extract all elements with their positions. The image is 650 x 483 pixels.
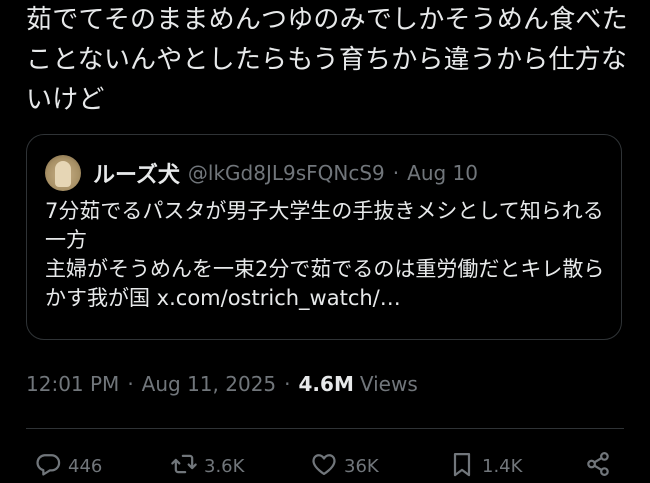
tweet-text: 茹でてそのままめんつゆのみでしかそうめん食べたことないんやとしたらもう育ちから違… (26, 5, 628, 115)
divider (26, 428, 624, 429)
quoted-author-name[interactable]: ルーズ犬 (93, 157, 180, 189)
heart-icon (310, 450, 338, 483)
avatar[interactable] (45, 155, 81, 191)
reply-icon (34, 450, 62, 483)
repost-button[interactable]: 3.6K (170, 450, 244, 482)
separator-dot: · (392, 161, 400, 185)
bookmark-count: 1.4K (482, 455, 523, 477)
separator-dot: · (284, 372, 291, 396)
bookmark-button[interactable]: 1.4K (448, 450, 522, 482)
repost-icon (170, 450, 198, 483)
quoted-tweet-date[interactable]: Aug 10 (407, 161, 478, 185)
quoted-author-handle[interactable]: @lkGd8JL9sFQNcS9 (188, 161, 385, 185)
separator-dot: · (127, 372, 134, 396)
share-icon (584, 450, 612, 483)
quoted-tweet-header: ルーズ犬 @lkGd8JL9sFQNcS9 · Aug 10 (45, 153, 478, 193)
like-button[interactable]: 36K (310, 450, 379, 482)
bookmark-icon (448, 450, 476, 483)
views-count[interactable]: 4.6M (299, 372, 354, 396)
views-label: Views (359, 372, 418, 396)
tweet-time[interactable]: 12:01 PM (26, 372, 119, 396)
quoted-tweet-text: 7分茹でるパスタが男子大学生の手抜きメシとして知られる一方 主婦がそうめんを一束… (45, 199, 605, 310)
quoted-tweet-card[interactable]: ルーズ犬 @lkGd8JL9sFQNcS9 · Aug 10 7分茹でるパスタが… (26, 134, 622, 340)
share-button[interactable] (584, 450, 612, 482)
like-count: 36K (344, 455, 379, 477)
tweet-meta: 12:01 PM · Aug 11, 2025 · 4.6M Views (26, 369, 418, 399)
reply-button[interactable]: 446 (34, 450, 102, 482)
avatar-figure (55, 161, 71, 187)
tweet-date[interactable]: Aug 11, 2025 (142, 372, 276, 396)
repost-count: 3.6K (204, 455, 245, 477)
reply-count: 446 (68, 455, 103, 477)
